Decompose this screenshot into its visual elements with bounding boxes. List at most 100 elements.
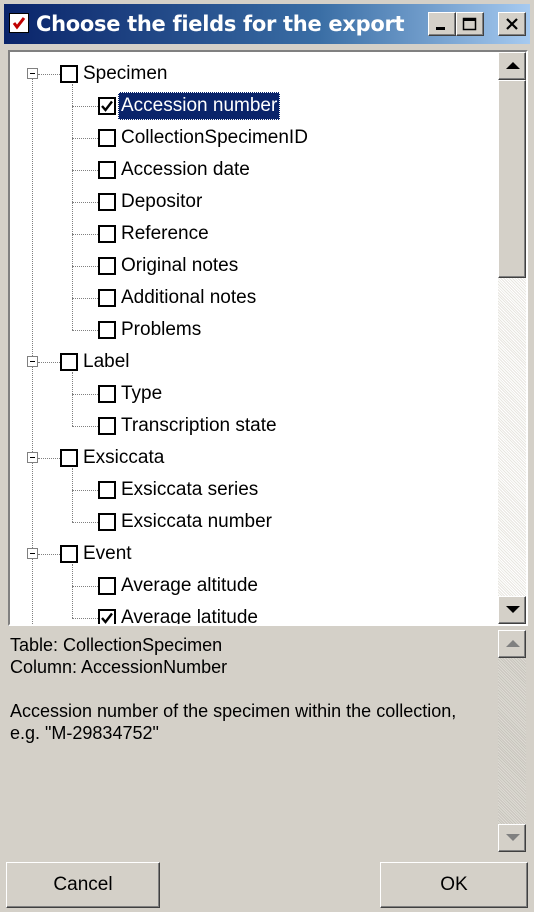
tree-node-label[interactable]: Exsiccata [80, 444, 167, 472]
tree-group-node[interactable]: Label [10, 346, 498, 378]
tree-node-label[interactable]: Exsiccata series [118, 476, 261, 504]
tree-node-label[interactable]: Additional notes [118, 284, 259, 312]
tree-node-label[interactable]: Reference [118, 220, 212, 248]
ok-button[interactable]: OK [380, 862, 528, 908]
tree-field-node[interactable]: Reference [10, 218, 498, 250]
description-scroll-down-button [498, 824, 526, 852]
tree-field-node[interactable]: CollectionSpecimenID [10, 122, 498, 154]
tree-node-label[interactable]: Problems [118, 316, 204, 344]
checkbox-unchecked[interactable] [98, 321, 116, 339]
checkbox-unchecked[interactable] [98, 257, 116, 275]
scroll-thumb[interactable] [498, 80, 526, 278]
window-title: Choose the fields for the export [36, 12, 405, 36]
checkbox-checked[interactable] [98, 609, 116, 624]
tree-connector-line [38, 74, 60, 75]
tree-group-node[interactable]: Exsiccata [10, 442, 498, 474]
tree-field-node[interactable]: Accession date [10, 154, 498, 186]
tree-node-label[interactable]: Accession date [118, 156, 253, 184]
tree-node-label[interactable]: Specimen [80, 60, 171, 88]
checkbox-unchecked[interactable] [98, 193, 116, 211]
checkbox-unchecked[interactable] [98, 385, 116, 403]
tree-node-label[interactable]: Exsiccata number [118, 508, 275, 536]
field-description-panel: Table: CollectionSpecimen Column: Access… [8, 628, 528, 854]
tree-field-node[interactable]: Type [10, 378, 498, 410]
tree-field-node[interactable]: Exsiccata series [10, 474, 498, 506]
tree-field-node[interactable]: Original notes [10, 250, 498, 282]
close-icon [506, 18, 518, 30]
tree-field-node[interactable]: Additional notes [10, 282, 498, 314]
scroll-down-button[interactable] [498, 596, 526, 624]
checkbox-checked[interactable] [98, 97, 116, 115]
tree-field-node[interactable]: Exsiccata number [10, 506, 498, 538]
tree-field-node[interactable]: Problems [10, 314, 498, 346]
field-description-text: Table: CollectionSpecimen Column: Access… [10, 635, 457, 743]
minimize-button[interactable] [428, 12, 456, 36]
checkbox-unchecked[interactable] [60, 449, 78, 467]
title-bar[interactable]: Choose the fields for the export [4, 4, 530, 44]
collapse-toggle-icon[interactable] [27, 548, 38, 559]
tree-node-label[interactable]: Transcription state [118, 412, 280, 440]
tree-connector-line [72, 330, 98, 331]
tree-connector-line [72, 394, 98, 395]
arrow-up-icon [506, 62, 520, 69]
collapse-toggle-icon[interactable] [27, 356, 38, 367]
tree-connector-line [72, 298, 98, 299]
checkbox-unchecked[interactable] [98, 513, 116, 531]
scroll-up-button[interactable] [498, 52, 526, 80]
checkbox-unchecked[interactable] [98, 289, 116, 307]
checkbox-unchecked[interactable] [98, 225, 116, 243]
tree-items: Specimen Accession number CollectionSpecim… [10, 52, 498, 624]
tree-connector-line [72, 586, 98, 587]
tree-connector-line [72, 234, 98, 235]
tree-node-label[interactable]: CollectionSpecimenID [118, 124, 311, 152]
tree-node-label[interactable]: Average altitude [118, 572, 261, 600]
checkbox-unchecked[interactable] [98, 161, 116, 179]
tree-field-node[interactable]: Depositor [10, 186, 498, 218]
arrow-down-icon [506, 834, 520, 841]
tree-field-node[interactable]: Average altitude [10, 570, 498, 602]
tree-connector-line [38, 554, 60, 555]
tree-connector-line [72, 202, 98, 203]
tree-connector-line [72, 426, 98, 427]
tree-connector-line [72, 618, 98, 619]
tree-node-label[interactable]: Event [80, 540, 135, 568]
tree-field-node[interactable]: Average latitude [10, 602, 498, 624]
tree-field-node[interactable]: Transcription state [10, 410, 498, 442]
export-fields-dialog: Choose the fields for the export Specime… [0, 0, 534, 912]
tree-group-node[interactable]: Event [10, 538, 498, 570]
checkbox-unchecked[interactable] [98, 129, 116, 147]
field-tree[interactable]: Specimen Accession number CollectionSpecim… [8, 50, 528, 626]
tree-node-label[interactable]: Accession number [118, 92, 281, 120]
checkbox-unchecked[interactable] [60, 545, 78, 563]
collapse-toggle-icon[interactable] [27, 68, 38, 79]
checkbox-unchecked[interactable] [98, 577, 116, 595]
close-button[interactable] [498, 12, 526, 36]
checkbox-unchecked[interactable] [98, 417, 116, 435]
arrow-down-icon [506, 606, 520, 613]
checkbox-unchecked[interactable] [60, 65, 78, 83]
tree-node-label[interactable]: Label [80, 348, 133, 376]
tree-connector-line [72, 138, 98, 139]
description-scrollbar [498, 630, 526, 852]
tree-node-label[interactable]: Depositor [118, 188, 205, 216]
tree-field-node[interactable]: Accession number [10, 90, 498, 122]
tree-connector-line [72, 170, 98, 171]
tree-node-label[interactable]: Average latitude [118, 604, 261, 624]
description-scroll-up-button [498, 630, 526, 658]
maximize-icon [462, 17, 477, 31]
arrow-up-icon [506, 640, 520, 647]
collapse-toggle-icon[interactable] [27, 452, 38, 463]
tree-node-label[interactable]: Type [118, 380, 165, 408]
maximize-button[interactable] [456, 12, 484, 36]
tree-vertical-scrollbar[interactable] [498, 52, 526, 624]
tree-connector-line [38, 362, 60, 363]
tree-connector-line [38, 458, 60, 459]
checkbox-unchecked[interactable] [98, 481, 116, 499]
checkbox-app-icon [9, 13, 29, 33]
tree-node-label[interactable]: Original notes [118, 252, 241, 280]
tree-connector-line [72, 522, 98, 523]
checkbox-unchecked[interactable] [60, 353, 78, 371]
cancel-button[interactable]: Cancel [6, 862, 160, 908]
tree-connector-line [72, 490, 98, 491]
tree-group-node[interactable]: Specimen [10, 58, 498, 90]
